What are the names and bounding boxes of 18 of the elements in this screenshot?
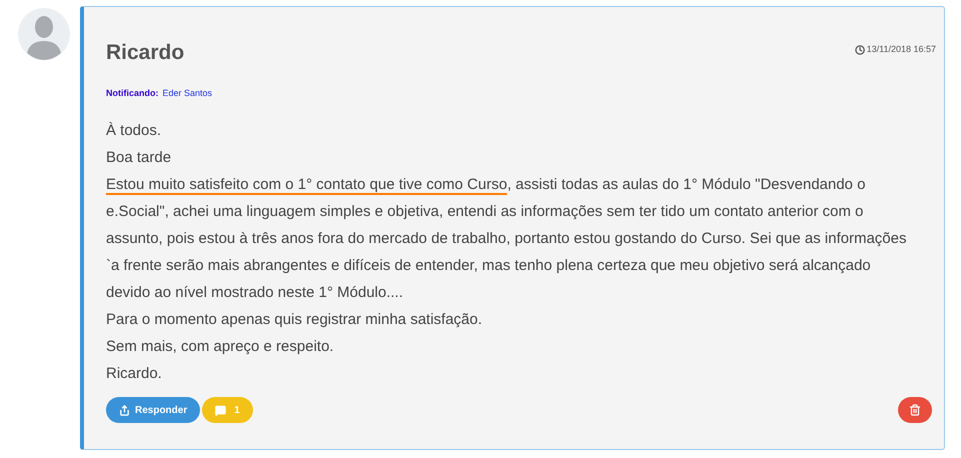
comment-line: Para o momento apenas quis registrar minha satisfação. <box>106 310 484 330</box>
timestamp: 13/11/2018 16:57 <box>866 43 936 56</box>
notify-label: Notificando: <box>106 86 158 100</box>
avatar-icon <box>18 8 70 60</box>
comment-line: Sem mais, com apreço e respeito. <box>106 337 335 357</box>
reply-button[interactable]: Responder <box>106 397 200 423</box>
author-name: Ricardo <box>106 40 184 66</box>
comment-line: Ricardo. <box>106 364 163 384</box>
comment-icon <box>215 404 226 416</box>
share-icon <box>119 404 130 416</box>
notify-name: Eder Santos <box>162 86 212 100</box>
trash-icon <box>909 404 921 416</box>
comments-count-button[interactable]: 1 <box>202 397 253 423</box>
delete-button[interactable] <box>898 397 932 423</box>
comment-line: À todos. <box>106 121 162 141</box>
comment-paragraph: Estou muito satisfeito com o 1° contato que tive como Curso, assisti todas as aulas do 1° Módulo "Desvendando o e.Social", achei uma linguagem simples e objetiva, entendi as informações sem ter tido um contato anterior com o assunto, pois estou à três anos fora do mercado de trabalho, portanto estou gostando do Curso. Sei que as informações `a frente serão mais abrangentes e difíceis de entender, mas tenho plena certeza que meu objetivo será alcançado devido ao nível mostrado neste 1° Módulo.... <box>106 175 908 303</box>
comment-line: Boa tarde <box>106 148 172 168</box>
clock-icon <box>854 44 865 55</box>
